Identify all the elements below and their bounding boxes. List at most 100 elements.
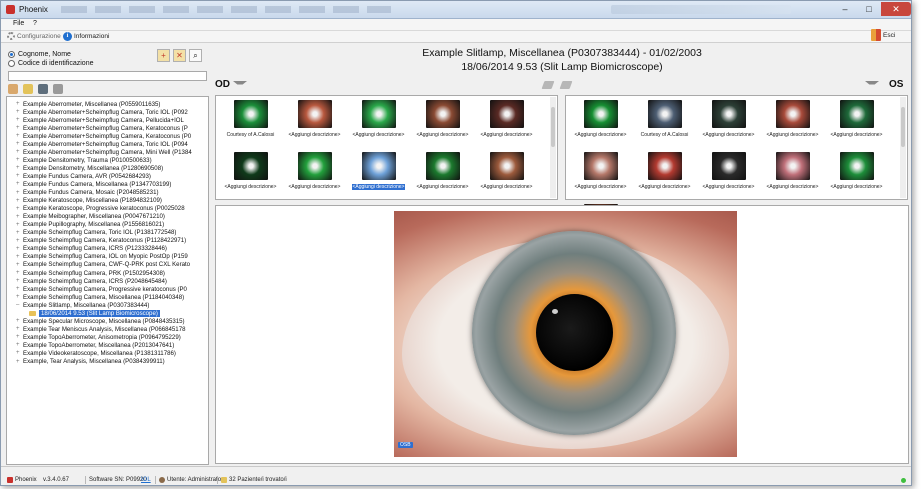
- thumbnail-caption[interactable]: <Aggiungi descrizione>: [831, 184, 883, 190]
- tree-expander[interactable]: +: [16, 326, 23, 332]
- thumbnail-caption[interactable]: <Aggiungi descrizione>: [767, 132, 819, 138]
- thumbnail-image[interactable]: [711, 100, 746, 128]
- maximize-button[interactable]: □: [857, 2, 881, 16]
- thumbnail[interactable]: <Aggiungi descrizione>: [348, 100, 409, 146]
- thumbnail-caption[interactable]: Courtesy of A.Calossi: [227, 132, 275, 138]
- eye-label-od[interactable]: OD: [215, 79, 230, 90]
- radio-search-id[interactable]: Codice di identificazione: [8, 60, 94, 67]
- tree-patient-item[interactable]: + Example Aberrometer+Scheimpflug Camera,…: [7, 124, 208, 132]
- gallery-scrollbar[interactable]: [900, 97, 906, 198]
- thumbnail-caption[interactable]: Courtesy of A.Calossi: [641, 132, 689, 138]
- tree-patient-item[interactable]: + Example Scheimpflug Camera, ICRS (P1233…: [7, 245, 208, 253]
- patient-tree[interactable]: + Example Aberrometer, Miscellanea (P0559…: [6, 96, 209, 465]
- thumbnail-image[interactable]: [647, 152, 682, 180]
- thumbnail[interactable]: <Aggiungi descrizione>: [476, 152, 537, 198]
- tree-patient-item[interactable]: + Example TopoAberrometer, Anisometropia …: [7, 333, 208, 341]
- tree-patient-item[interactable]: + Example Specular Microscope, Miscellane…: [7, 317, 208, 325]
- thumbnail[interactable]: <Aggiungi descrizione>: [412, 152, 473, 198]
- thumbnail[interactable]: <Aggiungi descrizione>: [412, 100, 473, 146]
- tree-patient-item[interactable]: + Example Aberrometer+Scheimpflug Camera,…: [7, 132, 208, 140]
- thumbnail-caption[interactable]: <Aggiungi descrizione>: [351, 184, 406, 190]
- information-button[interactable]: i Informazioni: [63, 32, 109, 41]
- tag-icon[interactable]: [559, 81, 573, 89]
- thumbnail-caption[interactable]: <Aggiungi descrizione>: [289, 132, 341, 138]
- binoculars-icon[interactable]: [38, 84, 48, 94]
- tree-patient-item[interactable]: + Example Aberrometer+Scheimpflug Camera,…: [7, 140, 208, 148]
- thumbnail-image[interactable]: [839, 100, 874, 128]
- tree-patient-item[interactable]: + Example Pupillography, Miscellanea (P15…: [7, 221, 208, 229]
- tree-expander[interactable]: +: [16, 238, 23, 244]
- tree-patient-item[interactable]: + Example, Tear Analysis, Miscellanea (P0…: [7, 358, 208, 366]
- thumbnail-caption[interactable]: <Aggiungi descrizione>: [575, 132, 627, 138]
- tree-patient-item[interactable]: + Example Scheimpflug Camera, Toric IOL (…: [7, 229, 208, 237]
- minimize-button[interactable]: –: [833, 2, 857, 16]
- thumbnail-caption[interactable]: <Aggiungi descrizione>: [417, 184, 469, 190]
- tree-expander[interactable]: +: [16, 270, 23, 276]
- tree-expander[interactable]: +: [16, 214, 23, 220]
- menu-help[interactable]: ?: [33, 20, 37, 27]
- tree-patient-item[interactable]: + Example Fundus Camera, Mosaic (P2048585…: [7, 189, 208, 197]
- thumbnail-image[interactable]: [297, 100, 332, 128]
- filter-icon[interactable]: [233, 81, 247, 90]
- tree-expander[interactable]: +: [16, 109, 23, 115]
- thumbnail[interactable]: <Aggiungi descrizione>: [570, 100, 631, 146]
- thumbnail[interactable]: Courtesy of A.Calossi: [220, 100, 281, 146]
- thumbnail-image[interactable]: [233, 100, 268, 128]
- patient-icon[interactable]: [8, 84, 18, 94]
- tree-expander[interactable]: +: [16, 262, 23, 268]
- image-viewer[interactable]: OSB: [215, 205, 909, 464]
- tree-expander[interactable]: +: [16, 254, 23, 260]
- menu-file[interactable]: File: [13, 20, 24, 27]
- tree-expander[interactable]: +: [16, 173, 23, 179]
- thumbnail-caption[interactable]: <Aggiungi descrizione>: [575, 184, 627, 190]
- tag-icon[interactable]: [541, 81, 555, 89]
- tree-expander[interactable]: –: [16, 302, 23, 308]
- tree-expander[interactable]: +: [16, 190, 23, 196]
- search-button[interactable]: ⌕: [189, 49, 202, 62]
- tree-expander[interactable]: +: [16, 117, 23, 123]
- thumbnail-image[interactable]: [361, 152, 396, 180]
- camera-icon[interactable]: [53, 84, 63, 94]
- tree-expander[interactable]: +: [16, 318, 23, 324]
- tree-patient-item[interactable]: + Example Tear Meniscus Analysis, Miscell…: [7, 325, 208, 333]
- tree-patient-item[interactable]: + Example Scheimpflug Camera, CWF-Q-PRK p…: [7, 261, 208, 269]
- tree-patient-item[interactable]: + Example Meibographer, Miscellanea (P004…: [7, 213, 208, 221]
- tree-patient-item[interactable]: + Example Scheimpflug Camera, Keratoconus…: [7, 237, 208, 245]
- thumbnail[interactable]: <Aggiungi descrizione>: [284, 100, 345, 146]
- tree-patient-item[interactable]: + Example Keratoscope, Miscellanea (P1894…: [7, 197, 208, 205]
- thumbnail-image[interactable]: [489, 100, 524, 128]
- thumbnail-caption[interactable]: <Aggiungi descrizione>: [481, 184, 533, 190]
- tree-patient-item[interactable]: + Example Scheimpflug Camera, ICRS (P2048…: [7, 277, 208, 285]
- tree-patient-item[interactable]: + Example Aberrometer, Miscellanea (P0559…: [7, 100, 208, 108]
- tree-patient-item[interactable]: + Example Videokeratoscope, Miscellanea (…: [7, 349, 208, 357]
- tree-patient-item[interactable]: + Example Fundus Camera, Miscellanea (P13…: [7, 180, 208, 188]
- tree-expander[interactable]: +: [16, 206, 23, 212]
- tree-expander[interactable]: +: [16, 141, 23, 147]
- thumbnail[interactable]: <Aggiungi descrizione>: [762, 100, 823, 146]
- tree-expander[interactable]: +: [16, 294, 23, 300]
- thumbnail[interactable]: <Aggiungi descrizione>: [826, 152, 887, 198]
- thumbnail[interactable]: <Aggiungi descrizione>: [762, 152, 823, 198]
- folder-tree-icon[interactable]: [23, 84, 33, 94]
- tree-expander[interactable]: +: [16, 334, 23, 340]
- tree-expander[interactable]: +: [16, 230, 23, 236]
- tree-patient-item[interactable]: + Example Aberrometer+Scheimpflug Camera,…: [7, 148, 208, 156]
- thumbnail-image[interactable]: [583, 152, 618, 180]
- thumbnail[interactable]: <Aggiungi descrizione>: [698, 100, 759, 146]
- thumbnail-caption[interactable]: <Aggiungi descrizione>: [225, 184, 277, 190]
- thumbnail-caption[interactable]: <Aggiungi descrizione>: [639, 184, 691, 190]
- tree-patient-item[interactable]: + Example Scheimpflug Camera, Progressive…: [7, 285, 208, 293]
- thumbnail[interactable]: <Aggiungi descrizione>: [284, 152, 345, 198]
- tree-patient-item[interactable]: + Example Aberrometer+Scheimpflug Camera,…: [7, 108, 208, 116]
- tree-patient-item[interactable]: + Example Aberrometer+Scheimpflug Camera,…: [7, 116, 208, 124]
- thumbnail[interactable]: <Aggiungi descrizione>: [220, 152, 281, 198]
- thumbnail-image[interactable]: [489, 152, 524, 180]
- tree-patient-item[interactable]: + Example Densitometry, Trauma (P01005006…: [7, 156, 208, 164]
- thumbnail-caption[interactable]: <Aggiungi descrizione>: [353, 132, 405, 138]
- thumbnail-caption[interactable]: <Aggiungi descrizione>: [703, 132, 755, 138]
- thumbnail-image[interactable]: [775, 152, 810, 180]
- thumbnail[interactable]: Courtesy of A.Calossi: [634, 100, 695, 146]
- tree-expander[interactable]: +: [16, 125, 23, 131]
- thumbnail[interactable]: <Aggiungi descrizione>: [826, 100, 887, 146]
- tree-expander[interactable]: +: [16, 181, 23, 187]
